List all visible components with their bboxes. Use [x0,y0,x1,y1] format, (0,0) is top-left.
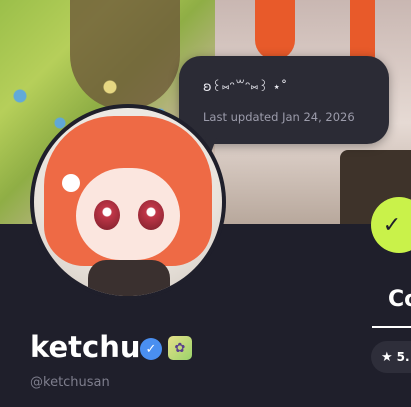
status-tooltip: ʚ꒰⑅ᵔ꒳ᵔ⑅꒱ ⋆˚ Last updated Jan 24, 2026 [179,56,389,144]
display-name: ketchu [30,330,141,364]
star-icon: ★ [381,349,393,365]
avatar-image [34,108,222,296]
avatar[interactable] [30,104,226,300]
last-updated-text: Last updated Jan 24, 2026 [203,110,355,124]
rating-value: 5. [396,350,410,364]
check-icon: ✓ [382,212,402,238]
rating-badge[interactable]: ★ 5. [371,341,411,373]
verified-icon: ✓ [140,338,162,360]
badge-icon: ✿ [168,336,192,360]
status-text: ʚ꒰⑅ᵔ꒳ᵔ⑅꒱ ⋆˚ [203,80,288,95]
tab-collection[interactable]: Co [388,287,411,312]
username-handle: @ketchusan [30,375,110,390]
tab-active-underline [372,326,411,328]
